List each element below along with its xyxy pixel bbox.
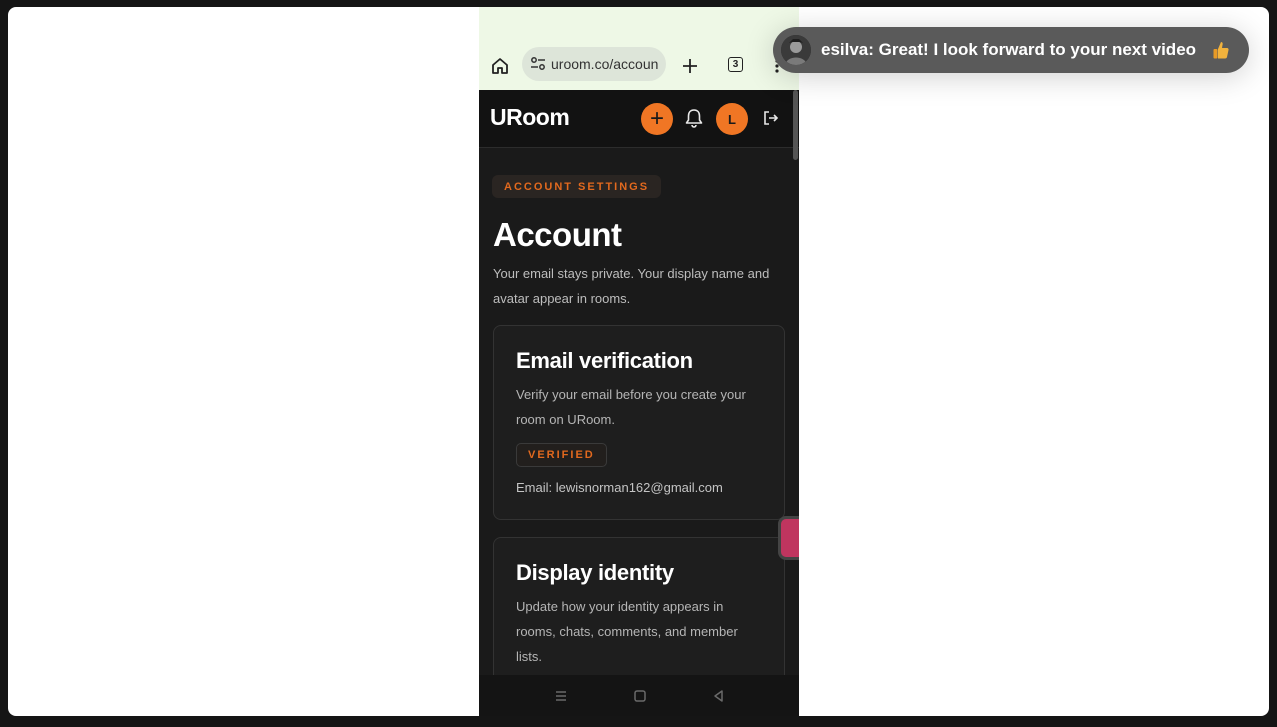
account-page: ACCOUNT SETTINGS Account Your email stay…	[479, 148, 799, 699]
app-logo[interactable]: URoom	[490, 104, 570, 131]
recent-apps-icon[interactable]	[550, 685, 572, 707]
home-nav-icon[interactable]	[629, 685, 651, 707]
back-nav-icon[interactable]	[708, 685, 730, 707]
email-verification-card: Email verification Verify your email bef…	[493, 325, 785, 520]
url-text: uroom.co/accoun	[551, 56, 659, 72]
home-icon[interactable]	[489, 55, 511, 77]
tab-switcher-button[interactable]: 3	[728, 57, 743, 72]
create-room-button[interactable]: +	[641, 103, 673, 135]
section-chip: ACCOUNT SETTINGS	[492, 175, 662, 198]
toast-message: esilva: Great! I look forward to your ne…	[821, 40, 1197, 59]
card-title: Display identity	[516, 560, 674, 585]
android-nav-bar	[479, 675, 799, 716]
stream-frame: uroom.co/accoun 3 URoom + L ACCOUNT SETT…	[8, 7, 1269, 716]
user-avatar[interactable]: L	[716, 103, 748, 135]
page-description: Your email stays private. Your display n…	[493, 266, 770, 306]
floating-side-button[interactable]	[778, 516, 799, 560]
site-settings-icon[interactable]	[529, 55, 547, 73]
card-title: Email verification	[516, 348, 693, 373]
thumbs-up-icon	[1213, 42, 1229, 59]
new-tab-icon[interactable]	[679, 55, 701, 77]
phone-screen: uroom.co/accoun 3 URoom + L ACCOUNT SETT…	[479, 7, 799, 716]
verified-badge: VERIFIED	[516, 443, 607, 467]
card-description: Update how your identity appears in room…	[516, 599, 738, 664]
address-bar[interactable]: uroom.co/accoun	[522, 47, 666, 81]
notifications-bell-icon[interactable]	[683, 107, 705, 129]
commenter-avatar	[781, 35, 811, 65]
app-header: URoom + L	[479, 90, 799, 148]
chat-toast: esilva: Great! I look forward to your ne…	[773, 27, 1249, 73]
email-address: Email: lewisnorman162@gmail.com	[516, 480, 723, 495]
browser-toolbar: uroom.co/accoun 3	[479, 7, 799, 90]
page-title: Account	[493, 216, 622, 253]
plus-icon: +	[649, 105, 664, 132]
card-description: Verify your email before you create your…	[516, 387, 746, 427]
logout-icon[interactable]	[762, 109, 780, 127]
